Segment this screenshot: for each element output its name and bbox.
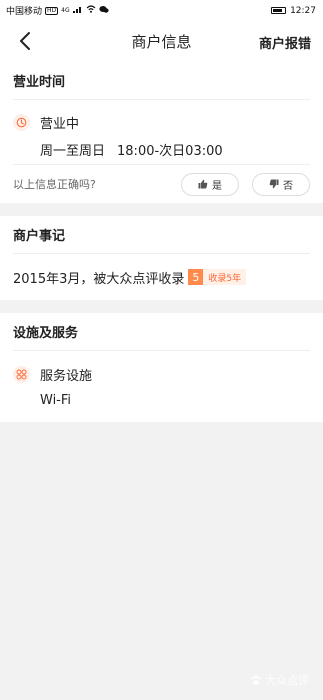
- section-gap: [0, 203, 323, 216]
- status-right: 12:27: [271, 6, 316, 16]
- status-time: 12:27: [290, 5, 316, 16]
- feedback-buttons: 是 否: [181, 172, 310, 196]
- service-value: Wi-Fi: [40, 393, 72, 408]
- network-type: 4G: [61, 6, 70, 14]
- hd-badge: HD: [45, 6, 59, 15]
- hours-block: 营业中 周一至周日 18:00-次日03:00: [13, 100, 310, 165]
- watermark-text: 大众点评: [265, 674, 309, 687]
- wifi-icon: [86, 5, 96, 16]
- chevron-left-icon: [20, 32, 30, 50]
- feedback-no-button[interactable]: 否: [252, 172, 310, 196]
- feedback-no-label: 否: [283, 180, 293, 192]
- thumbs-up-icon: [198, 179, 208, 189]
- facility-section-title: 设施及服务: [13, 313, 310, 351]
- chat-icon: [99, 5, 109, 17]
- record-text: 2015年3月，被大众点评收录: [13, 271, 185, 287]
- business-status: 营业中: [40, 117, 80, 132]
- business-hours: 周一至周日 18:00-次日03:00: [40, 140, 310, 159]
- business-time-range: 18:00-次日03:00: [117, 143, 223, 159]
- info-feedback-row: 以上信息正确吗? 是 否: [13, 165, 310, 203]
- feedback-yes-button[interactable]: 是: [181, 172, 239, 196]
- battery-icon: [271, 7, 287, 14]
- feedback-yes-label: 是: [212, 180, 222, 192]
- record-row: 2015年3月，被大众点评收录 5 收录5年: [13, 254, 310, 300]
- status-left: 中国移动 HD 4G: [6, 4, 109, 17]
- service-row: 服务设施: [13, 365, 310, 384]
- clock-icon: [13, 114, 30, 131]
- back-button[interactable]: [14, 30, 36, 52]
- page-title: 商户信息: [131, 33, 192, 51]
- business-days: 周一至周日: [40, 143, 106, 159]
- carrier-name: 中国移动: [6, 7, 43, 17]
- section-gap: [0, 300, 323, 313]
- grid-icon: [13, 366, 30, 383]
- years-badge-label: 收录5年: [203, 269, 247, 285]
- thumbs-down-icon: [269, 179, 279, 189]
- nav-bar: 商户信息 商户报错: [0, 21, 323, 62]
- report-error-button[interactable]: 商户报错: [259, 33, 311, 52]
- feedback-question: 以上信息正确吗?: [13, 178, 96, 191]
- hours-card: 营业时间 营业中 周一至周日 18:00-次日03:00 以上信息正确吗? 是 …: [0, 62, 323, 203]
- signal-icon: [72, 5, 83, 16]
- watermark: 大众点评: [250, 672, 309, 688]
- facility-card: 设施及服务 服务设施 Wi-Fi: [0, 313, 323, 422]
- hours-section-title: 营业时间: [13, 62, 310, 100]
- record-card: 商户事记 2015年3月，被大众点评收录 5 收录5年: [0, 216, 323, 300]
- service-label: 服务设施: [40, 369, 93, 384]
- service-block: 服务设施 Wi-Fi: [13, 351, 310, 422]
- years-badge-number: 5: [188, 269, 204, 285]
- record-section-title: 商户事记: [13, 216, 310, 254]
- paw-icon: [251, 675, 261, 685]
- business-status-row: 营业中: [13, 113, 310, 132]
- status-bar: 中国移动 HD 4G 12:27: [0, 0, 323, 21]
